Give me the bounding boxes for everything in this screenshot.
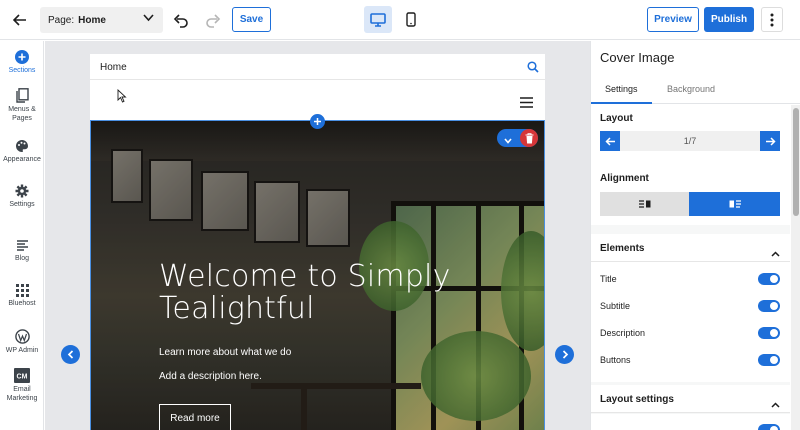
layout-prev-arrow-icon[interactable] [600, 131, 620, 151]
layout-settings-body [591, 414, 790, 430]
alignment-label: Alignment [600, 173, 649, 184]
title-toggle[interactable] [758, 273, 780, 285]
layout-alignment-block: Layout 1/7 Alignment [591, 105, 790, 225]
layout-stepper: 1/7 [600, 131, 780, 151]
sidebar-item-email-marketing[interactable]: CM Email Marketing [0, 368, 44, 403]
redo-icon[interactable] [204, 11, 222, 29]
move-down-icon[interactable] [503, 133, 513, 151]
element-label: Buttons [600, 355, 631, 365]
sidebar-item-label: Appearance [3, 156, 41, 163]
add-section-plus-icon[interactable] [310, 114, 325, 129]
site-nav-home-link[interactable]: Home [100, 62, 127, 73]
more-options-icon[interactable] [761, 7, 783, 32]
align-left-icon[interactable] [600, 192, 689, 216]
elements-label: Elements [600, 243, 645, 254]
sidebar-item-label: Sections [8, 67, 36, 74]
page-selector[interactable]: Page: Home [40, 7, 163, 33]
mobile-view-icon[interactable] [400, 6, 422, 33]
element-label: Description [600, 328, 646, 338]
elements-list: Title Subtitle Description Buttons [591, 262, 790, 382]
element-row-buttons: Buttons [600, 353, 780, 369]
hamburger-menu-icon[interactable] [520, 95, 533, 113]
layout-label: Layout [600, 113, 633, 124]
gear-icon [15, 184, 29, 198]
element-row-subtitle: Subtitle [600, 299, 780, 315]
scrollbar-thumb[interactable] [793, 108, 799, 216]
chevron-up-icon [771, 244, 780, 262]
cm-icon: CM [14, 368, 30, 383]
elements-section-header[interactable]: Elements [591, 234, 790, 262]
buttons-toggle[interactable] [758, 354, 780, 366]
subtitle-toggle[interactable] [758, 300, 780, 312]
page-selector-value: Home [78, 14, 106, 26]
layout-next-arrow-icon[interactable] [760, 131, 780, 151]
chevron-down-icon [143, 14, 154, 25]
sidebar-item-label: WP Admin [5, 347, 39, 354]
element-label: Subtitle [600, 301, 631, 311]
site-preview: Home Welcome to Simply Tealightful Learn… [90, 54, 545, 430]
cover-title[interactable]: Welcome to Simply Tealightful [159, 261, 479, 325]
back-arrow-icon[interactable] [10, 10, 30, 30]
chevron-up-icon [771, 395, 780, 413]
editor-canvas: Home Welcome to Simply Tealightful Learn… [45, 41, 590, 430]
sidebar-item-label: Menus & Pages [8, 106, 36, 122]
left-sidebar: Sections Menus & Pages Appearance Settin… [0, 41, 44, 430]
element-label: Title [600, 274, 617, 284]
delete-trash-icon[interactable] [520, 129, 538, 147]
align-right-icon[interactable] [689, 192, 780, 216]
sidebar-item-label: Bluehost [8, 300, 36, 307]
desktop-view-icon[interactable] [364, 6, 392, 33]
preview-button[interactable]: Preview [647, 7, 699, 32]
palette-icon [16, 140, 28, 152]
top-toolbar: Page: Home Save Preview Publish [0, 0, 800, 40]
element-row-description: Description [600, 326, 780, 342]
grid-icon [15, 284, 29, 297]
publish-button[interactable]: Publish [704, 7, 754, 32]
layout-setting-toggle[interactable] [758, 424, 780, 430]
cover-read-more-button[interactable]: Read more [159, 404, 231, 430]
tab-settings[interactable]: Settings [605, 84, 638, 94]
blog-icon [16, 240, 28, 251]
cover-image-section[interactable]: Welcome to Simply Tealightful Learn more… [90, 120, 545, 430]
sidebar-item-appearance[interactable]: Appearance [0, 139, 44, 164]
search-icon[interactable] [527, 60, 539, 78]
layout-settings-section-header[interactable]: Layout settings [591, 385, 790, 413]
pages-icon [15, 88, 29, 103]
layout-settings-label: Layout settings [600, 394, 674, 405]
sidebar-item-label: Settings [9, 201, 35, 208]
sidebar-item-menus-pages[interactable]: Menus & Pages [0, 88, 44, 123]
description-toggle[interactable] [758, 327, 780, 339]
sidebar-item-sections[interactable]: Sections [0, 50, 44, 75]
cover-subtitle[interactable]: Learn more about what we do [159, 347, 291, 358]
sidebar-item-wp-admin[interactable]: WP Admin [0, 329, 44, 355]
panel-scroll-area: Layout 1/7 Alignment Elements Title Subt… [591, 105, 790, 430]
layout-count: 1/7 [683, 136, 697, 146]
sidebar-item-label: Email Marketing [6, 386, 38, 402]
element-row-title: Title [600, 272, 780, 288]
panel-scrollbar[interactable] [791, 105, 800, 430]
wordpress-icon [14, 329, 30, 344]
active-tab-indicator [591, 102, 652, 104]
sidebar-item-label: Blog [14, 255, 29, 262]
tab-background[interactable]: Background [667, 84, 715, 94]
panel-tabs: Settings Background [591, 77, 800, 104]
panel-title: Cover Image [600, 50, 675, 65]
mouse-cursor-icon [117, 88, 127, 108]
plus-circle-icon [15, 50, 29, 64]
page-selector-label: Page: [48, 14, 75, 26]
site-top-nav: Home [90, 54, 545, 80]
block-toolbar [497, 129, 538, 147]
alignment-toggle [600, 192, 780, 216]
undo-icon[interactable] [172, 11, 190, 29]
svg-text:CM: CM [17, 374, 28, 381]
sidebar-item-settings[interactable]: Settings [0, 184, 44, 209]
prev-layout-arrow-icon[interactable] [61, 345, 80, 364]
save-button[interactable]: Save [232, 7, 271, 32]
sidebar-item-bluehost[interactable]: Bluehost [0, 284, 44, 308]
next-layout-arrow-icon[interactable] [555, 345, 574, 364]
cover-description[interactable]: Add a description here. [159, 371, 262, 382]
settings-panel: Cover Image Settings Background Layout 1… [590, 41, 800, 430]
sidebar-item-blog[interactable]: Blog [0, 239, 44, 263]
